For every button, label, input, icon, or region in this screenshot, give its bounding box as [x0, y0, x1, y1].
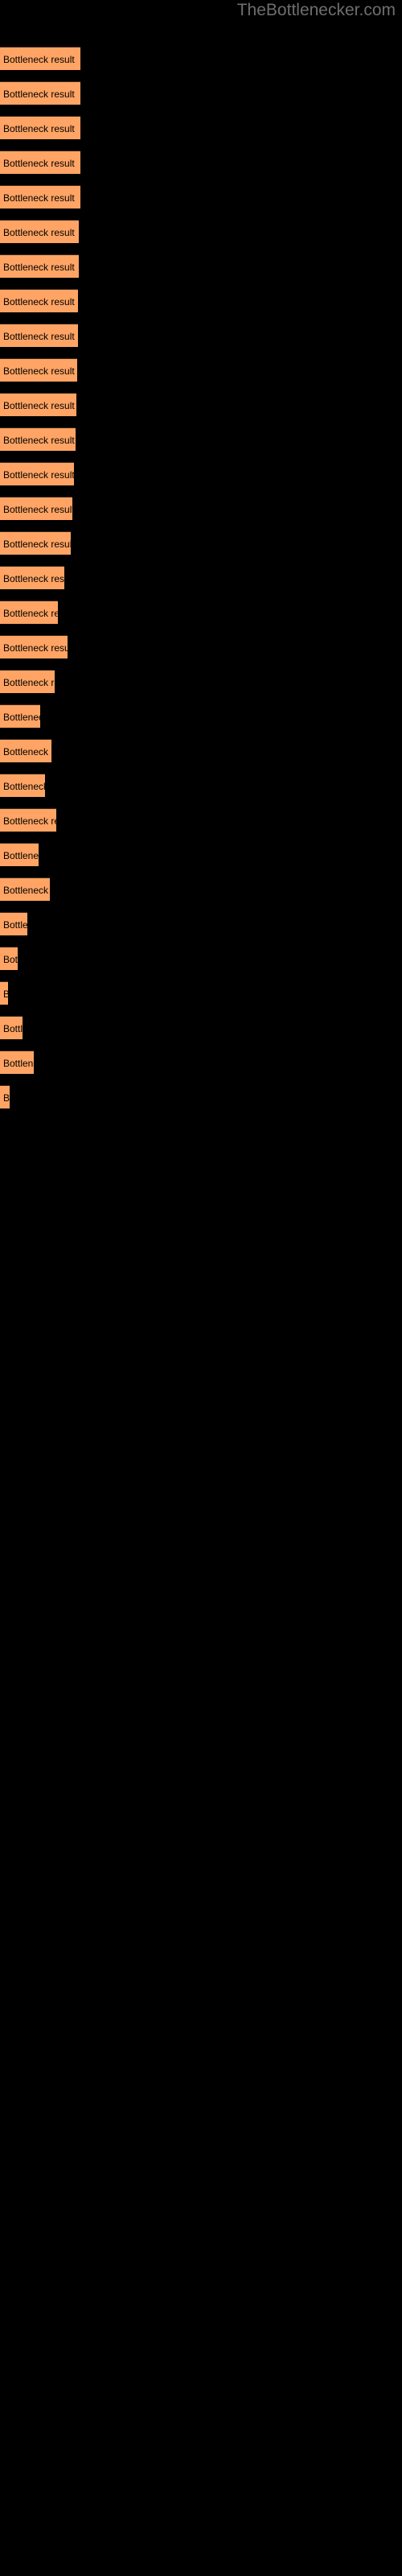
bar-label: Bottleneck result	[3, 642, 68, 654]
bar-label: Bottleneck result	[3, 539, 71, 550]
bar-label: Bottleneck result	[3, 746, 51, 758]
bar-label: Bottleneck result	[3, 435, 75, 446]
bar-10[interactable]: Bottleneck result	[0, 358, 77, 382]
bar-16[interactable]: Bottleneck result	[0, 566, 64, 589]
bar-5[interactable]: Bottleneck result	[0, 185, 80, 208]
bar-label: Bottleneck result	[3, 365, 75, 377]
bar-label: Bottleneck result	[3, 192, 75, 204]
bar-1[interactable]: Bottleneck result	[0, 47, 80, 70]
bar-label: Bottleneck result	[3, 885, 50, 896]
bar-label: Bottleneck result	[3, 850, 39, 861]
bar-9[interactable]: Bottleneck result	[0, 324, 78, 347]
bar-label: Bottleneck result	[3, 400, 75, 411]
bar-4[interactable]: Bottleneck result	[0, 151, 80, 174]
bar-12[interactable]: Bottleneck result	[0, 427, 76, 451]
bar-label: Bottleneck result	[3, 54, 75, 65]
bar-label: Bottleneck result	[3, 262, 75, 273]
bar-label: Bottleneck result	[3, 608, 58, 619]
bar-19[interactable]: Bottleneck result	[0, 670, 55, 693]
bar-label: Bottleneck result	[3, 677, 55, 688]
bar-label: Bottleneck result	[3, 504, 72, 515]
bar-label: Bottleneck result	[3, 227, 75, 238]
bar-30[interactable]: Bottleneck result	[0, 1051, 34, 1074]
bar-6[interactable]: Bottleneck result	[0, 220, 79, 243]
bar-21[interactable]: Bottleneck result	[0, 739, 51, 762]
bar-17[interactable]: Bottleneck result	[0, 601, 58, 624]
bar-label: Bottleneck result	[3, 573, 64, 584]
bar-7[interactable]: Bottleneck result	[0, 254, 79, 278]
bar-8[interactable]: Bottleneck result	[0, 289, 78, 312]
bar-13[interactable]: Bottleneck result	[0, 462, 74, 485]
bar-label: Bottleneck result	[3, 919, 27, 931]
bar-25[interactable]: Bottleneck result	[0, 877, 50, 901]
bar-18[interactable]: Bottleneck result	[0, 635, 68, 658]
bar-label: Bottleneck result	[3, 1023, 23, 1034]
bar-label: Bottleneck result	[3, 982, 8, 1005]
bar-label: Bottleneck result	[3, 954, 18, 965]
bar-20[interactable]: Bottleneck result	[0, 704, 40, 728]
bar-29[interactable]: Bottleneck result	[0, 1016, 23, 1039]
bar-label: Bottleneck result	[3, 123, 75, 134]
bar-label: Bottleneck result	[3, 331, 75, 342]
bar-label: Bottleneck result	[3, 1092, 10, 1104]
bar-24[interactable]: Bottleneck result	[0, 843, 39, 866]
bar-26[interactable]: Bottleneck result	[0, 912, 27, 935]
bar-label: Bottleneck result	[3, 712, 40, 723]
bar-14[interactable]: Bottleneck result	[0, 497, 72, 520]
bar-23[interactable]: Bottleneck result	[0, 808, 56, 832]
bar-label: Bottleneck result	[3, 89, 75, 100]
bar-22[interactable]: Bottleneck result	[0, 774, 45, 797]
bar-27[interactable]: Bottleneck result	[0, 947, 18, 970]
bar-label: Bottleneck result	[3, 469, 74, 481]
bar-label: Bottleneck result	[3, 158, 75, 169]
bar-label: Bottleneck result	[3, 1058, 34, 1069]
bar-11[interactable]: Bottleneck result	[0, 393, 76, 416]
bar-2[interactable]: Bottleneck result	[0, 81, 80, 105]
bar-label: Bottleneck result	[3, 815, 56, 827]
bar-3[interactable]: Bottleneck result	[0, 116, 80, 139]
bar-label: Bottleneck result	[3, 781, 45, 792]
bar-28[interactable]: Bottleneck result	[0, 981, 8, 1005]
bottleneck-bar-chart: Bottleneck result Bottleneck result Bottle…	[0, 0, 402, 2576]
bar-31[interactable]: Bottleneck result	[0, 1085, 10, 1108]
bar-15[interactable]: Bottleneck result	[0, 531, 71, 555]
bar-label: Bottleneck result	[3, 296, 75, 308]
